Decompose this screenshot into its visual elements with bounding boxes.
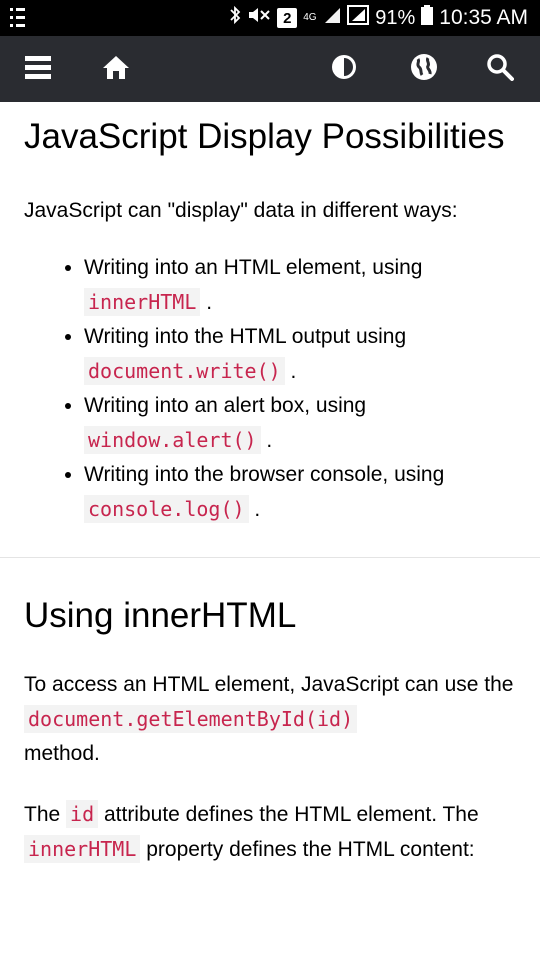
section-divider (0, 557, 540, 558)
list-item: Writing into an alert box, usingwindow.a… (84, 389, 516, 458)
list-item: Writing into the browser console, usingc… (84, 458, 516, 527)
signal-icon-2 (347, 5, 370, 31)
battery-percent: 91% (375, 6, 416, 29)
contrast-icon (331, 54, 357, 85)
code-snippet: document.getElementById(id) (24, 705, 358, 733)
list-item: Writing into the HTML output usingdocume… (84, 320, 516, 389)
signal-icon (323, 6, 341, 30)
home-button[interactable] (88, 36, 144, 102)
section-innerhtml: Using innerHTML To access an HTML elemen… (0, 594, 540, 867)
search-icon (486, 53, 514, 86)
mute-icon (247, 5, 271, 31)
status-bar: 2 4G 91% 10:35 AM (0, 0, 540, 36)
globe-icon (410, 53, 438, 86)
code-snippet: console.log() (84, 495, 249, 523)
code-snippet: innerHTML (84, 288, 201, 316)
list-item: Writing into an HTML element, usinginner… (84, 251, 516, 320)
clock: 10:35 AM (439, 6, 528, 29)
paragraph-access: To access an HTML element, JavaScript ca… (24, 673, 514, 765)
code-snippet: window.alert() (84, 426, 261, 454)
home-icon (101, 54, 131, 85)
search-button[interactable] (472, 36, 528, 102)
paragraph-id: The id attribute defines the HTML elemen… (24, 800, 479, 863)
bluetooth-icon (229, 5, 241, 31)
battery-icon (421, 5, 434, 31)
intro-text: JavaScript can "display" data in differe… (24, 199, 458, 222)
main-content: JavaScript Display Possibilities JavaScr… (0, 108, 540, 527)
top-navbar (0, 36, 540, 102)
theme-toggle-button[interactable] (316, 36, 372, 102)
network-type-label: 4G (303, 12, 317, 23)
sim-badge-icon: 2 (277, 8, 298, 28)
page-title: JavaScript Display Possibilities (24, 117, 505, 156)
menu-button[interactable] (10, 36, 66, 102)
menu-icon (25, 54, 51, 85)
section-title: Using innerHTML (24, 596, 297, 635)
notification-icon (10, 7, 26, 34)
translate-button[interactable] (396, 36, 452, 102)
code-snippet: id (66, 800, 99, 828)
display-ways-list: Writing into an HTML element, usinginner… (24, 251, 516, 527)
code-snippet: innerHTML (24, 835, 141, 863)
code-snippet: document.write() (84, 357, 285, 385)
